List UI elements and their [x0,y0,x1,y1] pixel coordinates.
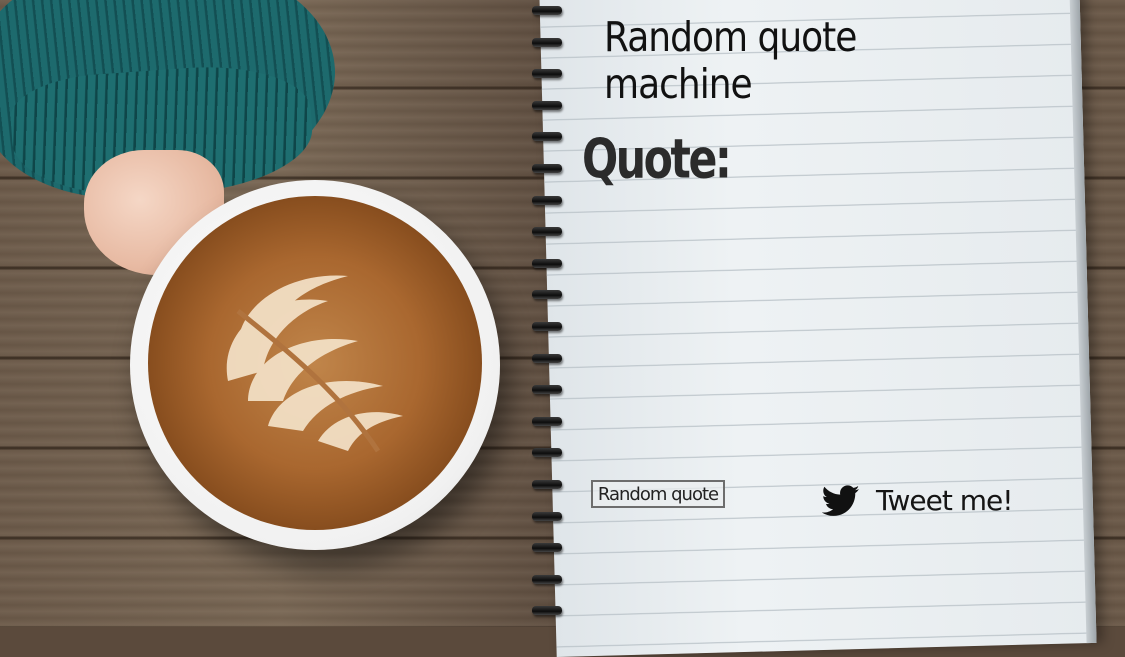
spiral-ring [532,290,562,300]
spiral-ring [532,195,562,205]
spiral-ring [532,480,562,489]
spiral-ring [532,574,562,584]
latte-art [226,275,403,453]
spiral-ring [532,448,562,458]
spiral-ring [532,511,562,521]
random-quote-button[interactable]: Random quote [591,480,725,508]
spiral-ring [532,353,562,363]
spiral-ring [532,164,562,173]
spiral-ring [532,100,562,110]
spiral-ring [532,322,562,331]
spiral-ring [532,258,562,268]
spiral-ring [532,37,562,47]
spiral-ring [532,606,562,616]
spiral-ring [532,6,562,15]
twitter-bird-icon [822,484,860,516]
quote-label: Quote: [582,128,732,191]
spiral-ring [532,227,562,237]
tweet-label: Tweet me! [876,484,1013,517]
spiral-ring [532,132,562,142]
coffee-cup [130,180,500,550]
latte [148,196,482,530]
spiral-ring [532,385,562,395]
spiral-ring [532,543,562,553]
spiral-ring [532,416,562,426]
spiral-ring [532,69,562,79]
tweet-link[interactable]: Tweet me! [822,484,1013,517]
notebook-spiral [530,0,564,627]
page-title: Random quote machine [604,14,857,109]
